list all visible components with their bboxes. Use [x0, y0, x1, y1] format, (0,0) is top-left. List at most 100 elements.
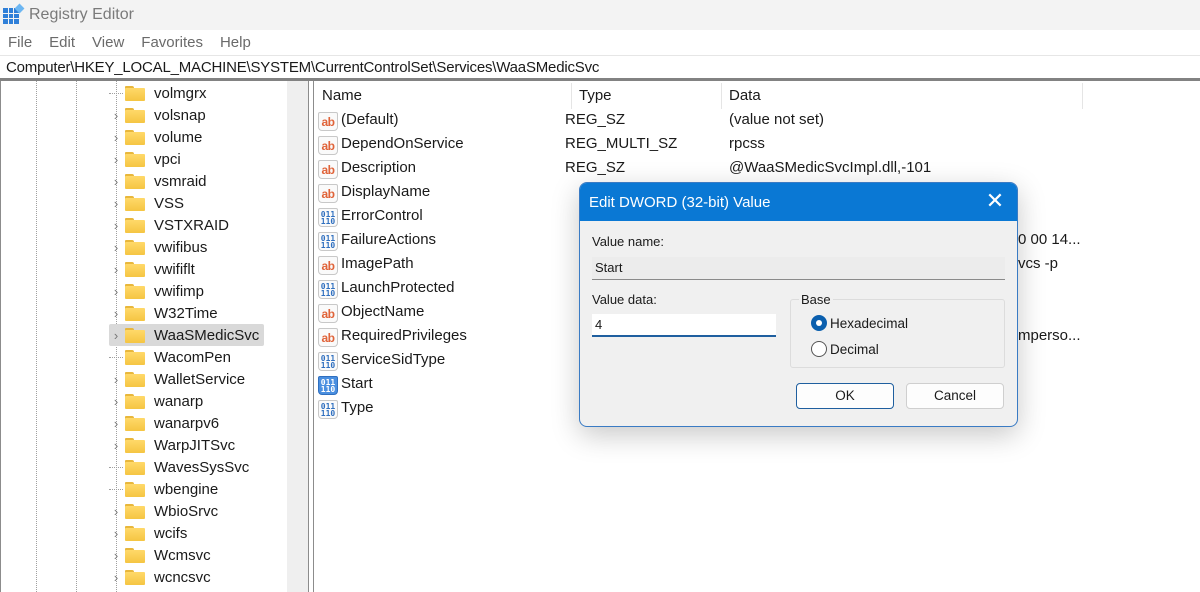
radio-decimal[interactable]: Decimal [811, 341, 879, 357]
tree-item-label: vsmraid [154, 172, 207, 190]
chevron-right-icon[interactable]: › [109, 108, 123, 123]
folder-icon [125, 283, 145, 299]
folder-icon [125, 129, 145, 145]
tree-item[interactable]: › WbioSrvc [109, 500, 221, 522]
icon-glyph: ab [321, 186, 335, 201]
tree-item[interactable]: › WaaSMedicSvc [109, 324, 265, 346]
value-name: (Default) [341, 111, 399, 128]
base-group: Base Hexadecimal Decimal [790, 292, 1005, 368]
folder-icon [125, 85, 145, 101]
value-row[interactable]: ab (Default) REG_SZ (value not set) [318, 109, 1198, 133]
tree-item[interactable]: › VSS [109, 192, 187, 214]
tree-item[interactable]: › Wcmsvc [109, 544, 214, 566]
chevron-right-icon[interactable]: › [109, 218, 123, 233]
value-data-visible-part: 0 00 14... [1018, 231, 1081, 248]
base-label: Base [799, 292, 833, 307]
tree-item[interactable]: › vwififlt [109, 258, 198, 280]
tree-item[interactable]: wbengine [109, 478, 221, 500]
tree-item[interactable]: volmgrx [109, 82, 210, 104]
value-type: REG_SZ [565, 159, 626, 176]
folder-icon [125, 107, 145, 123]
folder-icon [125, 195, 145, 211]
tree-item[interactable]: › wcncsvc [109, 566, 214, 588]
chevron-right-icon[interactable]: › [109, 328, 123, 343]
menu-view[interactable]: View [92, 34, 124, 51]
tree-item[interactable]: › wcifs [109, 522, 190, 544]
chevron-right-icon[interactable]: › [109, 284, 123, 299]
chevron-right-icon[interactable]: › [109, 306, 123, 321]
column-header-data[interactable]: Data [729, 81, 761, 109]
tree-item-label: WacomPen [154, 348, 231, 366]
column-header-type[interactable]: Type [579, 81, 612, 109]
string-value-icon: ab [318, 160, 338, 179]
ok-button[interactable]: OK [796, 383, 894, 409]
column-divider[interactable] [1082, 83, 1083, 109]
radio-button-checked[interactable] [811, 315, 827, 331]
tree-item-label: VSS [154, 194, 185, 212]
registry-editor-icon [3, 3, 25, 25]
folder-icon [125, 393, 145, 409]
chevron-right-icon[interactable]: › [109, 416, 123, 431]
value-data-input[interactable] [592, 314, 776, 337]
address-bar[interactable]: Computer\HKEY_LOCAL_MACHINE\SYSTEM\Curre… [0, 55, 1200, 81]
chevron-right-icon[interactable]: › [109, 152, 123, 167]
string-value-icon: ab [318, 184, 338, 203]
column-divider[interactable] [721, 83, 722, 109]
tree-item[interactable]: › WalletService [109, 368, 248, 390]
tree-item[interactable]: › volume [109, 126, 205, 148]
chevron-right-icon[interactable]: › [109, 526, 123, 541]
dialog-title-bar: Edit DWORD (32-bit) Value ✕ [580, 183, 1017, 221]
tree-item[interactable]: WavesSysSvc [109, 456, 252, 478]
tree-item-label: W32Time [154, 304, 218, 322]
folder-icon [125, 459, 145, 475]
folder-icon [125, 327, 145, 343]
folder-icon [125, 547, 145, 563]
chevron-right-icon[interactable]: › [109, 130, 123, 145]
key-tree[interactable]: volmgrx › volsnap › volume › vpci › vsmraid › VSS ›… [0, 81, 287, 592]
close-icon[interactable]: ✕ [985, 190, 1005, 212]
tree-item[interactable]: › WarpJITSvc [109, 434, 238, 456]
tree-item[interactable]: › wanarp [109, 390, 206, 412]
radio-button-unchecked[interactable] [811, 341, 827, 357]
tree-item[interactable]: › W32Time [109, 302, 221, 324]
menu-edit[interactable]: Edit [49, 34, 75, 51]
tree-item-label: wcncsvc [154, 568, 211, 586]
value-name-field[interactable]: Start [592, 257, 1005, 280]
column-divider[interactable] [571, 83, 572, 109]
tree-item[interactable]: › volsnap [109, 104, 209, 126]
value-row[interactable]: ab Description REG_SZ @WaaSMedicSvcImpl.dll… [318, 157, 1198, 181]
chevron-right-icon[interactable]: › [109, 372, 123, 387]
menu-file[interactable]: File [8, 34, 32, 51]
address-path[interactable]: Computer\HKEY_LOCAL_MACHINE\SYSTEM\Curre… [6, 59, 599, 76]
chevron-right-icon[interactable]: › [109, 504, 123, 519]
radio-label: Hexadecimal [830, 315, 909, 331]
chevron-right-icon[interactable]: › [109, 240, 123, 255]
value-type: REG_MULTI_SZ [565, 135, 678, 152]
tree-item[interactable]: › VSTXRAID [109, 214, 232, 236]
value-row[interactable]: ab DependOnService REG_MULTI_SZ rpcss [318, 133, 1198, 157]
tree-item[interactable]: › vwifimp [109, 280, 207, 302]
chevron-right-icon[interactable]: › [109, 262, 123, 277]
tree-item[interactable]: › vpci [109, 148, 184, 170]
tree-item[interactable]: › vwifibus [109, 236, 210, 258]
chevron-right-icon[interactable]: › [109, 196, 123, 211]
radio-hexadecimal[interactable]: Hexadecimal [811, 315, 908, 331]
column-header-name[interactable]: Name [322, 81, 362, 109]
chevron-right-icon[interactable]: › [109, 570, 123, 585]
folder-icon [125, 217, 145, 233]
chevron-right-icon[interactable]: › [109, 394, 123, 409]
value-name: DependOnService [341, 135, 464, 152]
chevron-right-icon[interactable]: › [109, 438, 123, 453]
chevron-right-icon[interactable]: › [109, 548, 123, 563]
menu-favorites[interactable]: Favorites [141, 34, 203, 51]
chevron-right-icon[interactable]: › [109, 174, 123, 189]
string-value-icon: ab [318, 304, 338, 323]
tree-item[interactable]: › vsmraid [109, 170, 210, 192]
tree-item[interactable]: WacomPen [109, 346, 234, 368]
tree-scrollbar[interactable] [287, 81, 308, 592]
cancel-button[interactable]: Cancel [906, 383, 1004, 409]
value-name-label: Value name: [592, 234, 665, 249]
icon-glyph: 011 110 [320, 233, 336, 250]
menu-help[interactable]: Help [220, 34, 251, 51]
tree-item[interactable]: › wanarpv6 [109, 412, 222, 434]
